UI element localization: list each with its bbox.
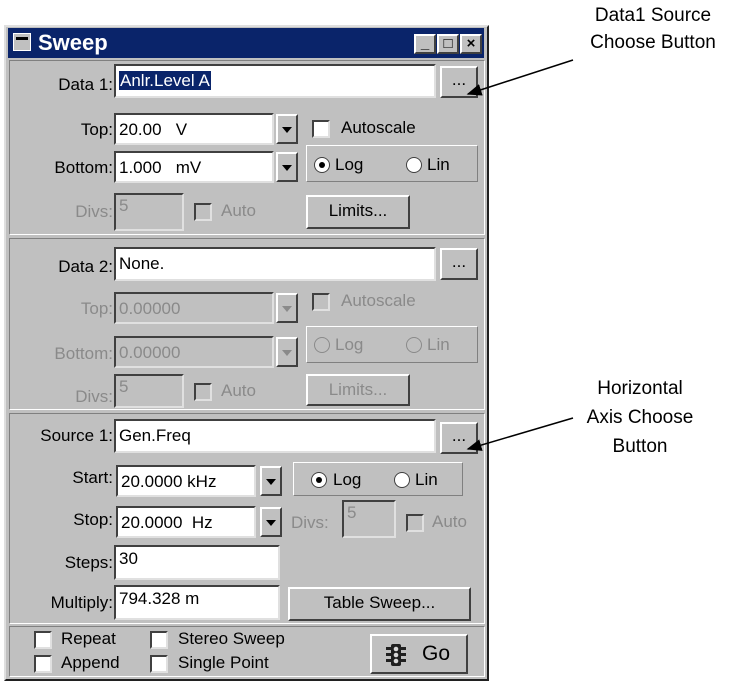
source1-callout-arrow [466,417,574,451]
callout-arrows [466,59,574,451]
data1-callout-arrow [466,59,574,96]
